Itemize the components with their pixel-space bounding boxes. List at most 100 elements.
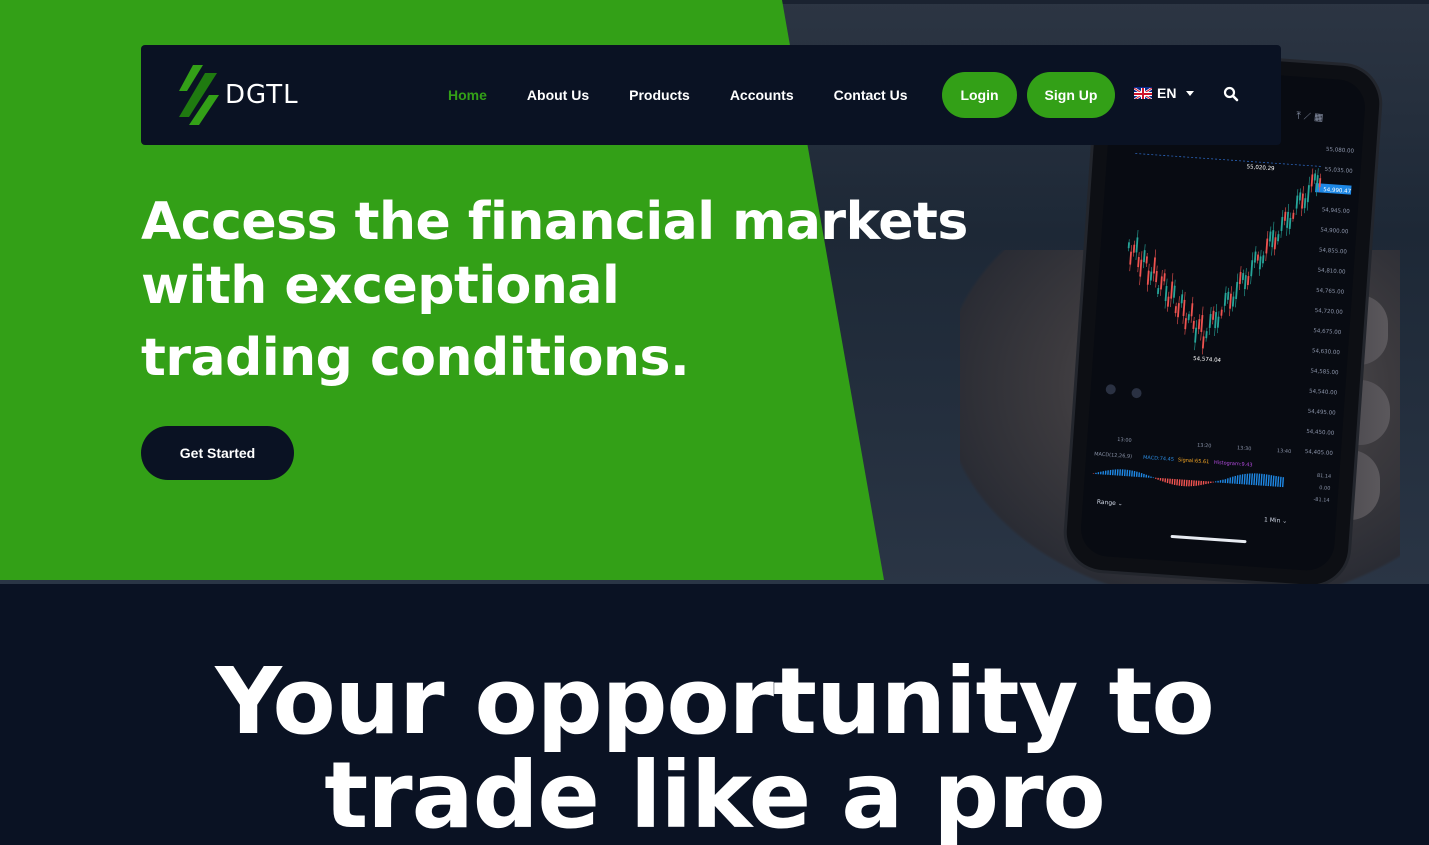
chart-icon-row: ⤒ ⟋ ▦ [1296, 111, 1324, 124]
candle-body [1164, 286, 1168, 302]
macd-histogram-bar [1234, 475, 1237, 484]
candle-body [1135, 237, 1139, 253]
price-axis-label: 54,990.47 [1323, 187, 1352, 195]
macd-histogram-bar [1210, 481, 1212, 484]
candle-body [1235, 281, 1239, 299]
nav-item-contact-us[interactable]: Contact Us [834, 87, 908, 103]
macd-histogram-bar [1099, 471, 1102, 475]
candle-body [1212, 310, 1215, 320]
chart-next-button [1131, 388, 1142, 399]
candle-body [1163, 273, 1166, 282]
macd-histogram-bar [1166, 478, 1169, 484]
candle-body [1241, 273, 1245, 281]
candle-body [1197, 319, 1201, 330]
language-code: EN [1157, 85, 1177, 101]
macd-histogram-bar [1104, 470, 1107, 475]
macd-histogram-bar [1107, 470, 1109, 475]
macd-histogram-bar [1164, 478, 1167, 483]
macd-histogram-bar [1183, 479, 1186, 487]
candle-body [1194, 327, 1198, 343]
candle-body [1174, 306, 1177, 314]
macd-histogram-bar [1190, 480, 1193, 487]
candle-body [1277, 234, 1280, 242]
get-started-button[interactable]: Get Started [141, 426, 294, 480]
macd-histogram-bar [1155, 477, 1157, 479]
candle-body [1129, 251, 1133, 265]
macd-histogram-bar [1119, 469, 1121, 476]
candle-body [1184, 318, 1187, 330]
macd-histogram-bar [1152, 477, 1155, 479]
candle-body [1166, 296, 1170, 307]
candle-body [1146, 270, 1150, 285]
candle-body [1155, 271, 1158, 283]
macd-histogram-bar [1255, 473, 1258, 486]
candle-body [1262, 255, 1265, 264]
macd-histogram-bar [1145, 474, 1148, 478]
macd-histogram-bar [1267, 474, 1270, 487]
interval-selector: 1 Min ⌄ [1264, 516, 1288, 525]
hero-headline-line: trading conditions. [141, 328, 690, 388]
price-axis-label: 54,765.00 [1316, 288, 1345, 296]
section-title-line: Your opportunity to [215, 648, 1214, 755]
high-price-line [1135, 153, 1322, 167]
macd-histogram-bar [1262, 474, 1266, 486]
nav-item-accounts[interactable]: Accounts [730, 87, 794, 103]
candle-body [1153, 257, 1156, 274]
candle-body [1173, 285, 1176, 298]
macd-histogram-bar [1147, 475, 1150, 478]
price-axis-label: 54,900.00 [1320, 227, 1349, 235]
candle-body [1214, 311, 1218, 329]
nav-item-products[interactable]: Products [629, 87, 690, 103]
macd-histogram-bar [1193, 480, 1195, 487]
candle-body [1187, 314, 1190, 321]
candle-body [1286, 211, 1290, 228]
candle-body [1143, 250, 1146, 263]
candle-body [1132, 244, 1136, 253]
macd-histogram-bar [1258, 473, 1261, 486]
macd-histogram-bar [1207, 481, 1210, 484]
macd-axis-label: 0.00 [1319, 485, 1331, 492]
candle-body [1127, 242, 1130, 249]
macd-histogram-bar [1224, 479, 1227, 484]
candle-body [1246, 276, 1250, 286]
macd-histogram-bar [1246, 473, 1249, 485]
search-icon[interactable] [1223, 86, 1239, 102]
signup-button[interactable]: Sign Up [1027, 72, 1115, 118]
candle-body [1157, 287, 1160, 295]
hero-headline-line: with exceptional [141, 256, 620, 316]
price-axis-label: 54,675.00 [1313, 328, 1342, 336]
macd-histogram-bar [1180, 479, 1183, 487]
hero-headline-line: Access the financial markets [141, 192, 968, 252]
macd-histogram-bar [1195, 480, 1198, 486]
range-selector: Range ⌄ [1097, 499, 1123, 508]
login-button[interactable]: Login [942, 72, 1017, 118]
macd-histogram-bar [1277, 476, 1280, 487]
candle-body [1139, 259, 1143, 277]
candle-body [1310, 174, 1314, 187]
candle-body [1273, 237, 1277, 250]
nav-item-home[interactable]: Home [448, 87, 487, 103]
macd-histogram-bar [1269, 475, 1273, 487]
candle-body [1177, 303, 1180, 318]
candle-body [1223, 292, 1227, 306]
chevron-down-icon [1186, 90, 1195, 96]
nav-item-about-us[interactable]: About Us [527, 87, 589, 103]
price-axis-label: 55,080.00 [1326, 147, 1355, 155]
macd-histogram-bar [1157, 477, 1159, 480]
candle-body [1216, 316, 1220, 328]
price-axis-label: 54,945.00 [1322, 207, 1351, 215]
candle-body [1149, 271, 1153, 281]
low-marker-label: 54,574.04 [1193, 356, 1222, 364]
candle-body [1190, 303, 1194, 317]
candle-body [1137, 257, 1140, 268]
main-menu: Home About Us Products Accounts Contact … [448, 45, 948, 145]
macd-histogram-bar [1222, 479, 1224, 483]
time-axis-label: 13:00 [1117, 437, 1132, 444]
macd-histogram-bar [1241, 474, 1244, 485]
language-selector[interactable]: EN [1134, 85, 1195, 101]
candle-body [1200, 314, 1204, 333]
logo[interactable]: DGTL [179, 65, 299, 125]
candle-body [1238, 272, 1242, 285]
candle-body [1298, 192, 1302, 201]
macd-histogram-bar [1114, 469, 1117, 476]
